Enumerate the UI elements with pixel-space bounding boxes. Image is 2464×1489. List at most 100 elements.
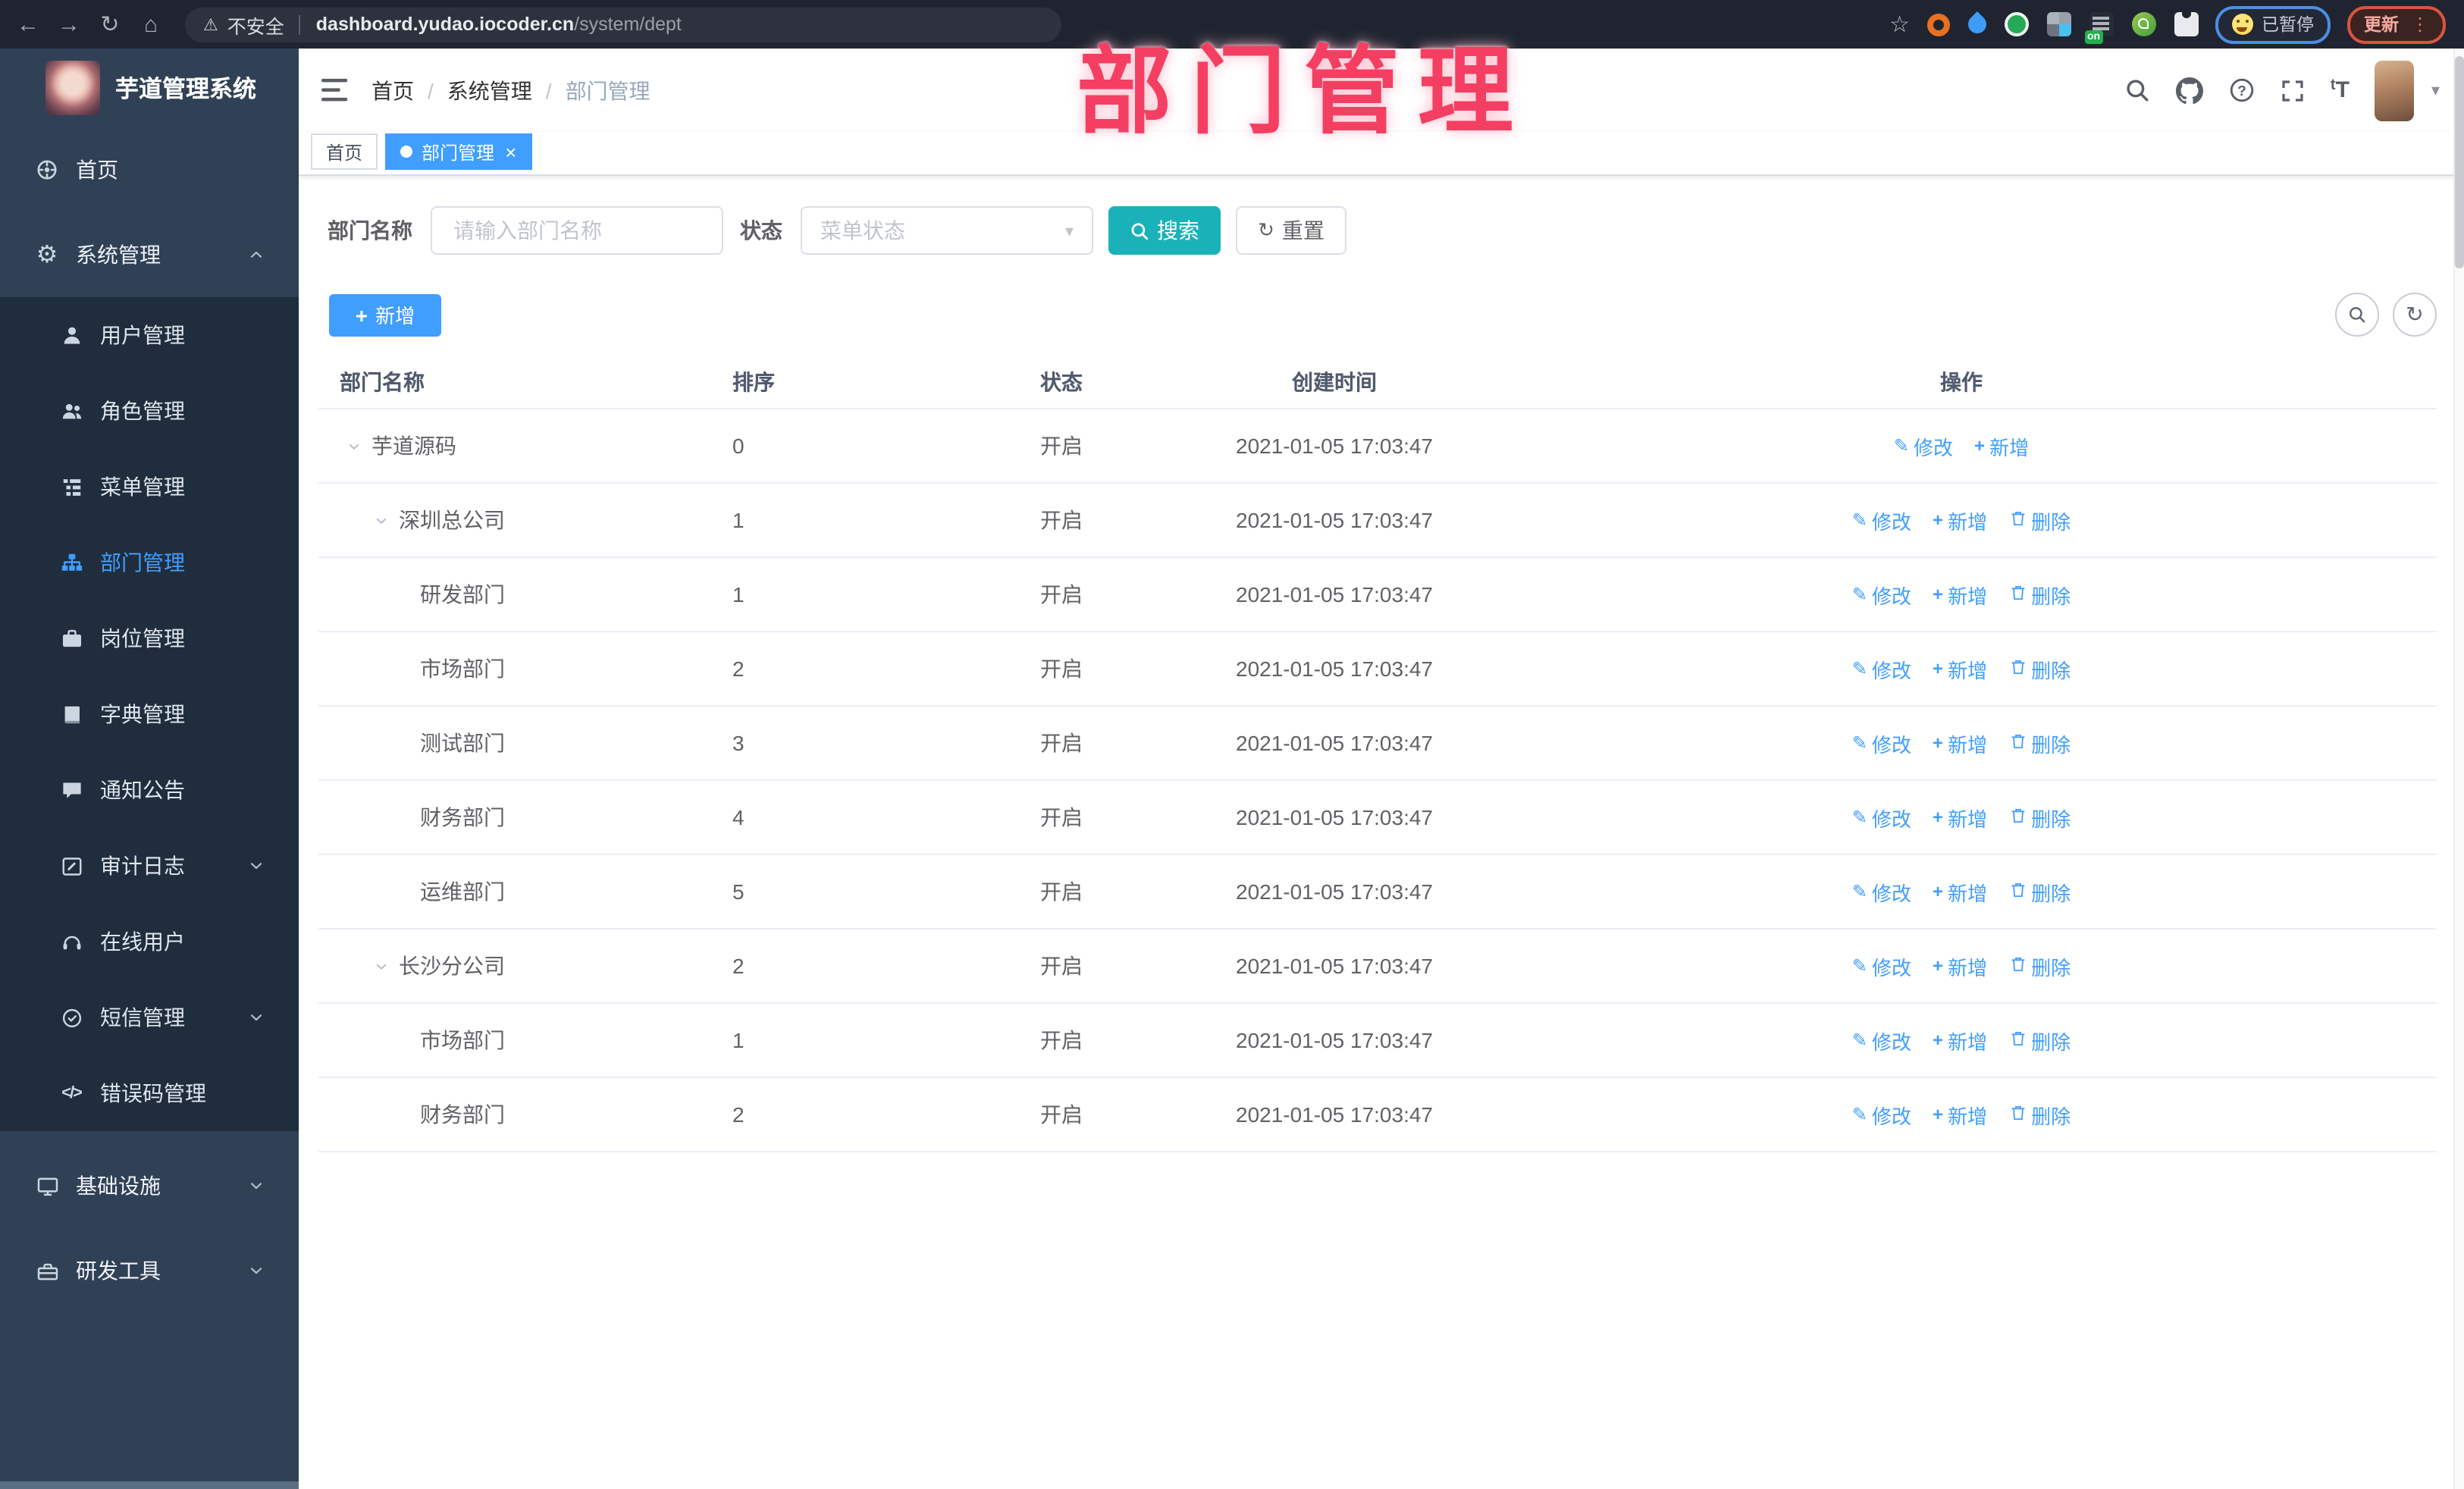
sidebar-item[interactable]: ⚙ 系统管理	[0, 212, 299, 297]
sidebar-item-label: 通知公告	[100, 778, 185, 802]
add-link[interactable]: + 新增	[1933, 1026, 1987, 1055]
status-select[interactable]: 菜单状态 ▾	[801, 206, 1093, 255]
search-icon[interactable]	[2124, 77, 2150, 103]
home-icon[interactable]: ⌂	[130, 11, 171, 37]
grid-extension-icon[interactable]	[2046, 12, 2071, 36]
expand-caret-icon[interactable]	[346, 437, 362, 454]
search-button[interactable]: 搜索	[1108, 206, 1221, 255]
tab[interactable]: 首页	[311, 133, 378, 170]
adblock-extension-icon[interactable]: on	[2084, 12, 2113, 44]
dept-name-cell: 测试部门	[420, 731, 505, 755]
add-link[interactable]: + 新增	[1933, 729, 1987, 757]
edit-link[interactable]: ✎ 修改	[1852, 580, 1911, 609]
sidebar-item[interactable]: 首页	[0, 127, 299, 212]
sidebar-item[interactable]: 研发工具	[0, 1228, 299, 1313]
scrollbar[interactable]	[2453, 49, 2464, 1489]
font-size-icon[interactable]: tT	[2331, 77, 2350, 103]
green-circle-extension-icon[interactable]	[2004, 12, 2028, 36]
edit-link[interactable]: ✎ 修改	[1852, 803, 1911, 832]
edit-link[interactable]: ✎ 修改	[1852, 654, 1911, 683]
scrollbar-thumb[interactable]	[2455, 56, 2464, 268]
green-key-extension-icon[interactable]	[2131, 12, 2155, 36]
delete-link[interactable]: 删除	[2008, 729, 2071, 757]
address-bar[interactable]: ⚠ 不安全 dashboard.yudao.iocoder.cn/system/…	[185, 7, 1061, 42]
chevron-down-icon: ▾	[1064, 222, 1074, 240]
sidebar-item-label: 字典管理	[100, 702, 185, 726]
breadcrumb-item[interactable]: 首页	[371, 75, 414, 105]
dept-name-label: 部门名称	[328, 218, 412, 243]
tab[interactable]: 部门管理 ×	[385, 133, 532, 170]
add-link[interactable]: + 新增	[1933, 580, 1987, 609]
help-icon[interactable]: ?	[2229, 77, 2255, 103]
add-link[interactable]: + 新增	[1933, 951, 1987, 980]
expand-caret-icon[interactable]	[373, 512, 390, 528]
refresh-table-button[interactable]: ↻	[2393, 293, 2437, 337]
toggle-search-button[interactable]	[2335, 293, 2379, 337]
add-link[interactable]: + 新增	[1933, 877, 1987, 906]
sidebar-item[interactable]: </> 错误码管理	[0, 1055, 299, 1131]
menu-kebab-icon[interactable]: ⋮	[2411, 14, 2429, 35]
sidebar-item[interactable]: 字典管理	[0, 676, 299, 752]
delete-link[interactable]: 删除	[2008, 951, 2071, 980]
reset-button[interactable]: ↻ 重置	[1236, 206, 1346, 255]
sidebar-item[interactable]: 角色管理	[0, 373, 299, 449]
refresh-icon[interactable]: ↻	[89, 11, 130, 38]
breadcrumb-item[interactable]: 系统管理	[447, 75, 532, 105]
edit-link[interactable]: ✎ 修改	[1852, 506, 1911, 534]
plus-icon: +	[355, 303, 368, 327]
chevron-down-icon[interactable]: ▾	[2431, 80, 2440, 100]
edit-link[interactable]: ✎ 修改	[1852, 1026, 1911, 1055]
add-link[interactable]: + 新增	[1933, 654, 1987, 683]
delete-link[interactable]: 删除	[2008, 1100, 2071, 1129]
actions-cell: ✎ 修改 + 新增 删除	[1516, 1026, 2437, 1055]
add-link[interactable]: + 新增	[1974, 431, 2029, 460]
blue-drop-extension-icon[interactable]	[1964, 11, 1989, 37]
created-time-cell: 2021-01-05 17:03:47	[1236, 1102, 1433, 1127]
sidebar-item[interactable]: 岗位管理	[0, 600, 299, 676]
fullscreen-icon[interactable]	[2281, 78, 2305, 102]
close-icon[interactable]: ×	[505, 140, 516, 163]
toolbar-right: ↻	[2335, 293, 2437, 337]
edit-link[interactable]: ✎ 修改	[1852, 951, 1911, 980]
dept-name-cell: 财务部门	[420, 805, 505, 829]
delete-link[interactable]: 删除	[2008, 580, 2071, 609]
hamburger-icon[interactable]	[311, 77, 359, 103]
sidebar-item[interactable]: 基础设施	[0, 1143, 299, 1228]
add-link[interactable]: + 新增	[1933, 506, 1987, 534]
delete-link[interactable]: 删除	[2008, 506, 2071, 534]
edit-link[interactable]: ✎ 修改	[1852, 729, 1911, 757]
avatar[interactable]	[2375, 60, 2415, 121]
app-logo[interactable]: 芋道管理系统	[0, 49, 299, 127]
sidebar-item[interactable]: 审计日志	[0, 828, 299, 904]
edit-link[interactable]: ✎ 修改	[1852, 1100, 1911, 1129]
add-link[interactable]: + 新增	[1933, 803, 1987, 832]
sidebar-item[interactable]: 短信管理	[0, 980, 299, 1055]
orange-ring-extension-icon[interactable]	[1926, 13, 1949, 36]
add-button[interactable]: + 新增	[329, 293, 441, 336]
plus-icon: +	[1933, 1030, 1944, 1051]
github-icon[interactable]	[2175, 77, 2203, 104]
sidebar-item[interactable]: 在线用户	[0, 904, 299, 980]
sidebar-item[interactable]: 菜单管理	[0, 449, 299, 525]
filter-form: 部门名称 状态 菜单状态 ▾ 搜索 ↻ 重置	[318, 206, 2437, 255]
dept-name-input[interactable]	[450, 217, 704, 244]
delete-link[interactable]: 删除	[2008, 877, 2071, 906]
back-icon[interactable]: ←	[8, 11, 49, 37]
announcement-icon	[58, 779, 85, 801]
edit-link[interactable]: ✎ 修改	[1894, 431, 1953, 460]
sidebar-item[interactable]: 通知公告	[0, 752, 299, 828]
paused-badge[interactable]: 已暂停	[2215, 5, 2331, 43]
delete-link[interactable]: 删除	[2008, 1026, 2071, 1055]
actions-cell: ✎ 修改 + 新增 删除	[1516, 803, 2437, 832]
puzzle-extension-icon[interactable]	[2174, 9, 2198, 36]
bookmark-star-icon[interactable]: ☆	[1889, 11, 1910, 38]
update-button[interactable]: 更新 ⋮	[2347, 5, 2446, 43]
forward-icon[interactable]: →	[49, 11, 89, 37]
delete-link[interactable]: 删除	[2008, 654, 2071, 683]
expand-caret-icon[interactable]	[373, 958, 390, 974]
sidebar-item[interactable]: 部门管理	[0, 525, 299, 600]
sidebar-item[interactable]: 用户管理	[0, 297, 299, 373]
delete-link[interactable]: 删除	[2008, 803, 2071, 832]
edit-link[interactable]: ✎ 修改	[1852, 877, 1911, 906]
add-link[interactable]: + 新增	[1933, 1100, 1987, 1129]
